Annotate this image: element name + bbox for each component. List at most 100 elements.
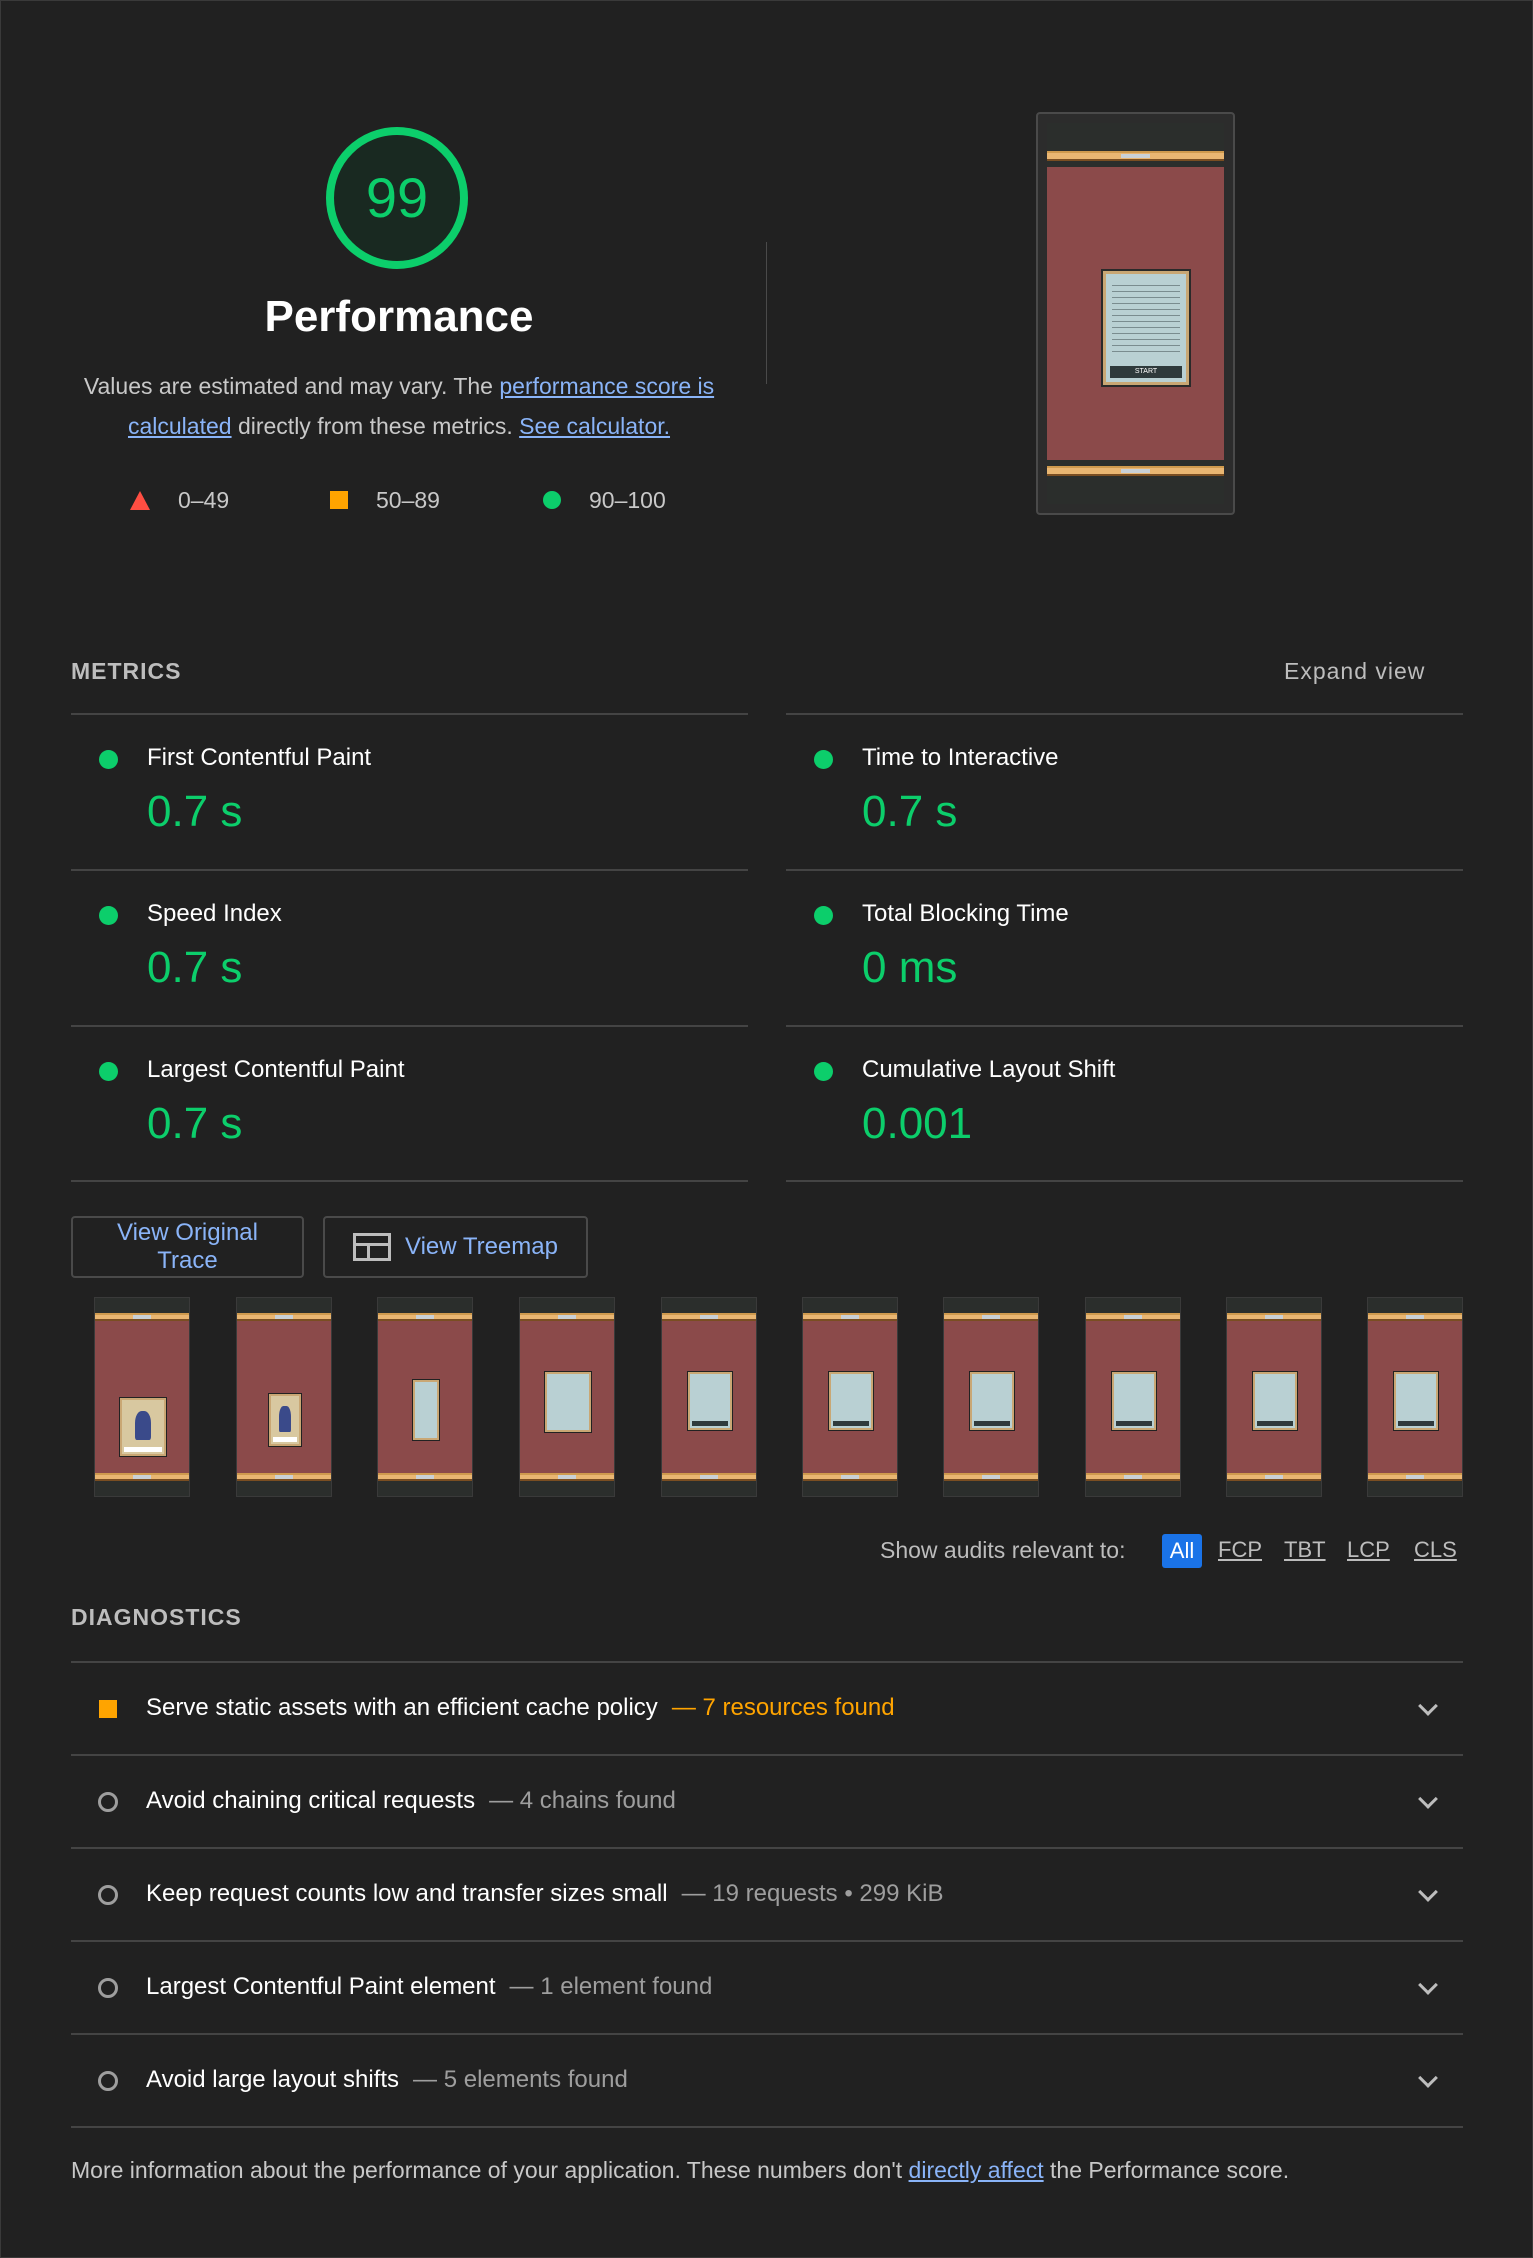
filmstrip-frame [377, 1297, 473, 1497]
diagnostics-footer: More information about the performance o… [71, 2157, 1290, 2183]
diagnostic-title: Keep request counts low and transfer siz… [146, 1880, 944, 1907]
diagnostic-title: Avoid chaining critical requests — 4 chai… [146, 1787, 676, 1814]
filter-tbt[interactable]: TBT [1284, 1537, 1326, 1563]
metric-fcp: First Contentful Paint 0.7 s [71, 713, 748, 869]
metrics-heading: METRICS [71, 658, 182, 684]
filmstrip-frame [1226, 1297, 1322, 1497]
legend-average: 50–89 [330, 480, 440, 520]
pass-circle-icon [814, 750, 833, 769]
metric-cls: Cumulative Layout Shift 0.001 [786, 1025, 1463, 1181]
screenshot-viewport: START [1047, 123, 1224, 504]
final-screenshot[interactable]: START [1036, 112, 1235, 515]
metric-value: 0.001 [862, 1099, 973, 1148]
performance-score: 99 [365, 166, 429, 229]
see-calculator-link[interactable]: See calculator. [519, 413, 670, 439]
diagnostic-item[interactable]: Largest Contentful Paint element — 1 elem… [71, 1940, 1463, 2033]
metric-tbt: Total Blocking Time 0 ms [786, 869, 1463, 1025]
screenshot-bottom-band [1047, 466, 1224, 476]
diagnostic-item[interactable]: Avoid chaining critical requests — 4 chai… [71, 1754, 1463, 1847]
warning-square-icon [99, 1700, 117, 1718]
filmstrip-frame [519, 1297, 615, 1497]
metric-value: 0.7 s [147, 787, 243, 836]
diagnostic-title: Avoid large layout shifts — 5 elements fo… [146, 2066, 628, 2093]
view-original-trace-button[interactable]: View Original Trace [71, 1216, 304, 1278]
metric-label: Time to Interactive [862, 744, 1059, 771]
info-circle-icon [98, 1792, 118, 1812]
metrics-divider [786, 1180, 1463, 1182]
card-text-lines [1112, 280, 1180, 352]
legend-fail: 0–49 [130, 480, 229, 520]
info-circle-icon [98, 2071, 118, 2091]
filmstrip-frame [802, 1297, 898, 1497]
metric-label: First Contentful Paint [147, 744, 372, 771]
pass-circle-icon [814, 906, 833, 925]
diagnostic-item[interactable]: Keep request counts low and transfer siz… [71, 1847, 1463, 1940]
pass-circle-icon [99, 906, 118, 925]
metric-value: 0.7 s [862, 787, 958, 836]
red-triangle-icon [130, 490, 150, 510]
metrics-divider [71, 1180, 748, 1182]
diagnostic-detail: — 19 requests • 299 KiB [681, 1880, 944, 1907]
diagnostics-heading: DIAGNOSTICS [71, 1604, 242, 1630]
metric-value: 0.7 s [147, 943, 243, 992]
metric-label: Largest Contentful Paint [147, 1056, 405, 1083]
view-treemap-label: View Treemap [405, 1233, 558, 1260]
chevron-down-icon[interactable] [1418, 2068, 1438, 2088]
diagnostic-detail: — 5 elements found [413, 2066, 628, 2093]
card-start-button: START [1110, 366, 1182, 378]
screenshot-top-band [1047, 151, 1224, 161]
pass-circle-icon [814, 1062, 833, 1081]
filmstrip-frame [94, 1297, 190, 1497]
performance-description: Values are estimated and may vary. The p… [64, 366, 734, 446]
diagnostic-item[interactable]: Avoid large layout shifts — 5 elements fo… [71, 2033, 1463, 2128]
green-circle-icon [543, 491, 561, 509]
chevron-down-icon[interactable] [1418, 1975, 1438, 1995]
metric-speed-index: Speed Index 0.7 s [71, 869, 748, 1025]
diagnostic-item[interactable]: Serve static assets with an efficient ca… [71, 1661, 1463, 1754]
metric-value: 0.7 s [147, 1099, 243, 1148]
chevron-down-icon[interactable] [1418, 1789, 1438, 1809]
metric-lcp: Largest Contentful Paint 0.7 s [71, 1025, 748, 1181]
header-divider [766, 242, 767, 384]
filmstrip-frame [1085, 1297, 1181, 1497]
desc-prefix: Values are estimated and may vary. The [83, 373, 500, 399]
view-treemap-button[interactable]: View Treemap [323, 1216, 588, 1278]
treemap-icon [353, 1233, 391, 1261]
page-title: Performance [264, 292, 534, 341]
directly-affect-link[interactable]: directly affect [909, 2157, 1044, 2183]
info-circle-icon [98, 1885, 118, 1905]
filmstrip-frame [236, 1297, 332, 1497]
filter-cls[interactable]: CLS [1414, 1537, 1457, 1563]
chevron-down-icon[interactable] [1418, 1696, 1438, 1716]
audit-filter-label: Show audits relevant to: [880, 1537, 1126, 1563]
diagnostic-title: Largest Contentful Paint element — 1 elem… [146, 1973, 713, 2000]
filter-lcp[interactable]: LCP [1347, 1537, 1390, 1563]
diagnostic-detail: — 4 chains found [489, 1787, 676, 1814]
performance-score-gauge: 99 [323, 124, 471, 272]
metric-label: Total Blocking Time [862, 900, 1069, 927]
pass-circle-icon [99, 750, 118, 769]
filmstrip-frame [1367, 1297, 1463, 1497]
diagnostic-title: Serve static assets with an efficient ca… [146, 1694, 895, 1721]
metric-tti: Time to Interactive 0.7 s [786, 713, 1463, 869]
info-circle-icon [98, 1978, 118, 1998]
metric-value: 0 ms [862, 943, 958, 992]
pass-circle-icon [99, 1062, 118, 1081]
desc-middle: directly from these metrics. [231, 413, 520, 439]
diagnostic-detail: — 7 resources found [671, 1694, 895, 1721]
filmstrip-frame [661, 1297, 757, 1497]
legend-average-range: 50–89 [376, 486, 440, 513]
legend-fail-range: 0–49 [178, 486, 230, 513]
metric-label: Speed Index [147, 900, 282, 927]
filmstrip-frame [943, 1297, 1039, 1497]
legend-pass-range: 90–100 [589, 486, 666, 513]
chevron-down-icon[interactable] [1418, 1882, 1438, 1902]
legend-pass: 90–100 [543, 480, 666, 520]
filter-fcp[interactable]: FCP [1218, 1537, 1262, 1563]
metric-label: Cumulative Layout Shift [862, 1056, 1116, 1083]
diagnostic-detail: — 1 element found [509, 1973, 713, 2000]
expand-view-toggle[interactable]: Expand view [1284, 658, 1425, 685]
screenshot-card: START [1101, 269, 1191, 387]
score-legend: 0–49 50–89 90–100 [128, 480, 688, 520]
filter-all-button[interactable]: All [1162, 1534, 1202, 1568]
